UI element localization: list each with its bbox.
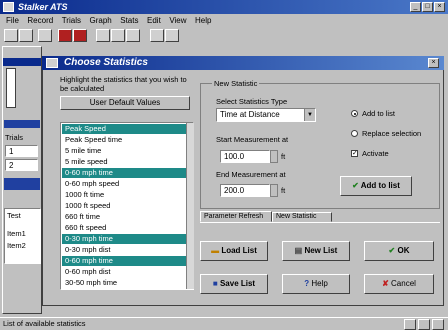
bg-field-2[interactable]: 2: [5, 159, 38, 171]
replace-selection-label: Replace selection: [362, 129, 422, 138]
menu-stats[interactable]: Stats: [120, 15, 138, 27]
menu-edit[interactable]: Edit: [147, 15, 161, 27]
bg-list-item: Item1: [7, 229, 26, 238]
menu-record[interactable]: Record: [27, 15, 53, 27]
end-spinner[interactable]: [270, 184, 278, 197]
menu-file[interactable]: File: [6, 15, 19, 27]
print-icon[interactable]: [38, 29, 52, 42]
statistics-list-item[interactable]: 0-60 mph dist: [62, 267, 190, 277]
menu-help[interactable]: Help: [195, 15, 211, 27]
list-scrollbar[interactable]: [186, 123, 194, 289]
tab-parameter-refresh[interactable]: Parameter Refresh: [200, 211, 272, 222]
start-spinner[interactable]: [270, 150, 278, 163]
bg-tab-strip: [4, 120, 40, 128]
statistics-list-item[interactable]: 660 ft speed: [62, 223, 190, 233]
start-unit: ft: [281, 152, 286, 161]
replace-selection-radio[interactable]: [351, 130, 358, 137]
menu-bar: File Record Trials Graph Stats Edit View…: [0, 15, 448, 27]
statistics-list-item[interactable]: 660 ft time: [62, 212, 190, 222]
status-icon-2[interactable]: [418, 319, 430, 330]
statistics-list-item[interactable]: Peak Speed time: [62, 135, 190, 145]
checkmark-icon: ✔: [352, 181, 361, 190]
tab-divider: [200, 222, 440, 223]
stop-icon[interactable]: [73, 29, 87, 42]
statistics-list[interactable]: Peak Speed Peak Speed time 5 mile time 5 mi…: [60, 122, 194, 290]
bg-title-bar: [3, 58, 41, 66]
bg-field-1[interactable]: 1: [5, 145, 38, 157]
help-button[interactable]: ? Help: [282, 274, 350, 294]
cancel-x-icon: ✘: [382, 279, 392, 288]
menu-graph[interactable]: Graph: [90, 15, 112, 27]
start-label: Start Measurement at: [216, 135, 289, 144]
activate-checkbox[interactable]: ✓: [351, 150, 358, 157]
dialog-title-bar: Choose Statistics: [42, 56, 444, 70]
dialog-title: Choose Statistics: [64, 57, 148, 68]
start-input[interactable]: 100.0: [220, 150, 270, 163]
stats-icon[interactable]: [126, 29, 140, 42]
status-text: List of available statistics: [3, 319, 86, 328]
status-icon-1[interactable]: [404, 319, 416, 330]
statistics-list-item[interactable]: 1000 ft time: [62, 190, 190, 200]
type-select[interactable]: Time at Distance ▼: [216, 108, 316, 122]
minimize-icon[interactable]: _: [410, 2, 421, 12]
chevron-down-icon[interactable]: ▼: [304, 109, 315, 121]
tab-new-statistic[interactable]: New Statistic: [272, 212, 332, 222]
type-label: Select Statistics Type: [216, 97, 288, 106]
instructions-text: Highlight the statistics that you wish t…: [60, 75, 187, 93]
toolbar: [0, 28, 448, 44]
end-label: End Measurement at: [216, 170, 286, 179]
statistics-list-item[interactable]: 1000 ft speed: [62, 201, 190, 211]
bg-list-item: Item2: [7, 241, 26, 250]
maximize-icon[interactable]: □: [422, 2, 433, 12]
statistics-list-item[interactable]: 30-50 mph time: [62, 278, 190, 288]
bg-list-header: Test: [7, 211, 21, 220]
bg-chart-icon: [6, 68, 16, 108]
end-input[interactable]: 200.0: [220, 184, 270, 197]
document-icon: ▤: [294, 246, 305, 255]
dialog-icon: [46, 58, 58, 68]
end-unit: ft: [281, 186, 286, 195]
cancel-button[interactable]: ✘ Cancel: [364, 274, 434, 294]
record-icon[interactable]: [58, 29, 72, 42]
add-to-list-radio[interactable]: [351, 110, 358, 117]
statistics-list-item[interactable]: 0-60 mph time: [62, 256, 190, 266]
save-icon[interactable]: [19, 29, 33, 42]
add-to-list-radio-label: Add to list: [362, 109, 395, 118]
add-to-list-button[interactable]: ✔ Add to list: [340, 176, 412, 196]
statistics-list-item[interactable]: 0-30 mph time: [62, 234, 190, 244]
statistics-list-item[interactable]: 0-60 mph speed: [62, 179, 190, 189]
app-title: Stalker ATS: [18, 2, 68, 12]
statistics-list-item[interactable]: 5 mile speed: [62, 157, 190, 167]
folder-icon: ▬: [211, 246, 222, 255]
ok-button[interactable]: ✔ OK: [364, 241, 434, 261]
table-icon[interactable]: [111, 29, 125, 42]
app-title-bar: Stalker ATS: [0, 0, 448, 14]
disk-icon: ■: [212, 279, 220, 288]
bg-list[interactable]: Test Item1 Item2: [4, 208, 41, 264]
statistics-list-item[interactable]: 0-30 mph dist: [62, 245, 190, 255]
info-icon[interactable]: [165, 29, 179, 42]
status-bar: List of available statistics: [0, 317, 448, 330]
graph-icon[interactable]: [96, 29, 110, 42]
status-icon-3[interactable]: [432, 319, 444, 330]
statistics-list-item[interactable]: 5 mile time: [62, 146, 190, 156]
user-default-values-button[interactable]: User Default Values: [60, 96, 190, 110]
bg-label: Trials: [5, 133, 24, 142]
bg-blue-bar: [4, 178, 40, 190]
activate-label: Activate: [362, 149, 389, 158]
app-icon: [3, 2, 14, 12]
statistics-list-item[interactable]: Peak Speed: [62, 124, 190, 134]
load-list-button[interactable]: ▬ Load List: [200, 241, 268, 261]
statistics-list-item[interactable]: 0-60 mph time: [62, 168, 190, 178]
open-icon[interactable]: [4, 29, 18, 42]
dialog-close-icon[interactable]: ×: [428, 58, 439, 68]
save-list-button[interactable]: ■ Save List: [200, 274, 268, 294]
zoom-icon[interactable]: [150, 29, 164, 42]
close-icon[interactable]: ×: [434, 2, 445, 12]
new-statistic-label: New Statistic: [212, 79, 260, 88]
new-list-button[interactable]: ▤ New List: [282, 241, 350, 261]
menu-trials[interactable]: Trials: [62, 15, 81, 27]
menu-view[interactable]: View: [169, 15, 186, 27]
